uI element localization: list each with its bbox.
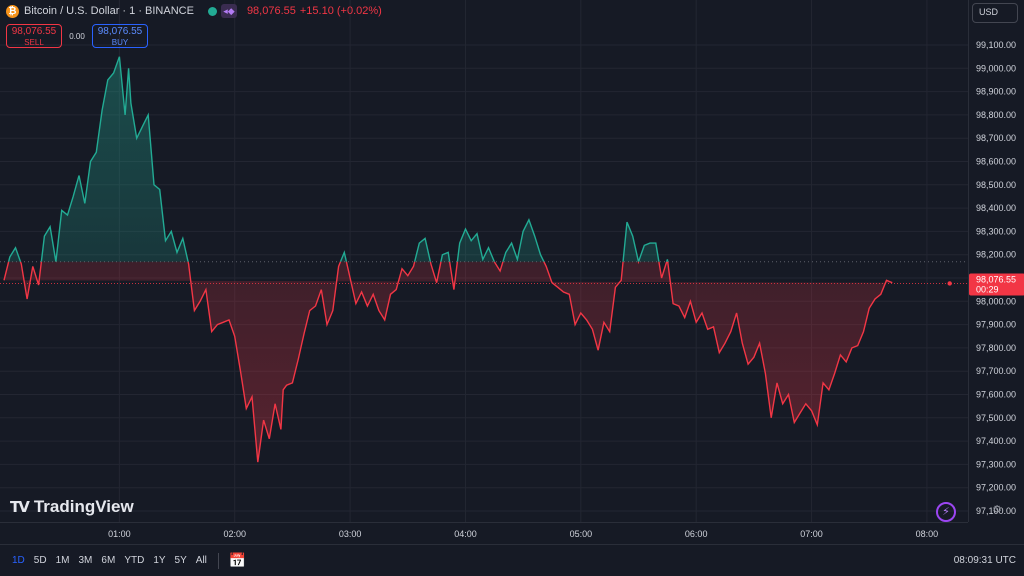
range-1m[interactable]: 1M bbox=[56, 555, 70, 566]
range-6m[interactable]: 6M bbox=[101, 555, 115, 566]
last-point bbox=[947, 281, 952, 286]
price-change: +15.10 (+0.02%) bbox=[299, 5, 382, 17]
y-tick-label: 97,500.00 bbox=[976, 413, 1016, 423]
range-ytd[interactable]: YTD bbox=[124, 555, 144, 566]
go-to-date-calendar-icon[interactable]: 📅 bbox=[229, 552, 246, 569]
price-scale-labels: 97,100.0097,200.0097,300.0097,400.0097,5… bbox=[969, 40, 1024, 516]
trade-panel: 98,076.55 SELL 0.00 98,076.55 BUY bbox=[6, 24, 148, 48]
x-tick-label: 06:00 bbox=[685, 529, 708, 539]
sell-button[interactable]: 98,076.55 SELL bbox=[6, 24, 62, 48]
range-1y[interactable]: 1Y bbox=[153, 555, 165, 566]
time-axis[interactable]: 01:00 02:00 03:00 04:00 05:00 06:00 07:00 08:00 bbox=[0, 522, 968, 544]
y-tick-label: 97,400.00 bbox=[976, 436, 1016, 446]
x-tick-label: 01:00 bbox=[108, 529, 131, 539]
price-scale[interactable]: USD 97,100.00 97,200.00 97,300.00 97,400.00… bbox=[968, 0, 1024, 522]
y-tick-label: 97,800.00 bbox=[976, 343, 1016, 353]
area-above-baseline bbox=[8, 56, 668, 262]
settings-gear-icon[interactable]: ⚙ bbox=[992, 503, 1002, 516]
spread-value: 0.00 bbox=[69, 31, 85, 41]
sell-label: SELL bbox=[24, 38, 44, 47]
bitcoin-icon: ₿ bbox=[6, 4, 19, 18]
range-5y[interactable]: 5Y bbox=[175, 555, 187, 566]
price-label: 98,076.55 bbox=[976, 274, 1016, 284]
y-tick-label: 98,000.00 bbox=[976, 296, 1016, 306]
x-tick-label: 08:00 bbox=[916, 529, 939, 539]
x-tick-label: 04:00 bbox=[454, 529, 477, 539]
range-all[interactable]: All bbox=[196, 555, 207, 566]
y-tick-label: 99,000.00 bbox=[976, 63, 1016, 73]
indicator-icon[interactable]: ◂◆ bbox=[220, 4, 237, 18]
y-tick-label: 97,900.00 bbox=[976, 320, 1016, 330]
market-open-icon bbox=[207, 6, 217, 16]
last-price: 98,076.55 bbox=[246, 5, 296, 17]
range-5d[interactable]: 5D bbox=[34, 555, 47, 566]
x-tick-label: 02:00 bbox=[223, 529, 246, 539]
x-tick-label: 07:00 bbox=[800, 529, 823, 539]
x-tick-label: 05:00 bbox=[570, 529, 593, 539]
y-tick-label: 97,700.00 bbox=[976, 366, 1016, 376]
toolbar-divider bbox=[217, 552, 219, 569]
y-tick-label: 98,900.00 bbox=[976, 87, 1016, 97]
y-tick-label: 97,200.00 bbox=[976, 483, 1016, 493]
countdown-label: 00:29 bbox=[976, 284, 999, 294]
y-tick-label: 98,700.00 bbox=[976, 133, 1016, 143]
chart-area[interactable]: ₿ Bitcoin / U.S. Dollar · 1 · BINANCE ◂◆… bbox=[0, 0, 968, 522]
buy-price: 98,076.55 bbox=[97, 26, 143, 37]
time-axis-labels: 01:00 02:00 03:00 04:00 05:00 06:00 07:00 08:00 bbox=[108, 529, 939, 539]
range-3m[interactable]: 3M bbox=[79, 555, 93, 566]
range-1d[interactable]: 1D bbox=[12, 555, 25, 566]
buy-label: BUY bbox=[111, 38, 129, 47]
utc-clock[interactable]: 08:09:31 UTC bbox=[954, 555, 1016, 566]
tradingview-logo[interactable]: 𝗧𝗩 TradingView bbox=[10, 497, 134, 517]
y-tick-label: 99,100.00 bbox=[976, 40, 1016, 50]
sell-price: 98,076.55 bbox=[11, 26, 57, 37]
symbol-legend: ₿ Bitcoin / U.S. Dollar · 1 · BINANCE ◂◆… bbox=[6, 4, 382, 18]
y-tick-label: 97,300.00 bbox=[976, 459, 1016, 469]
y-tick-label: 98,300.00 bbox=[976, 226, 1016, 236]
y-tick-label: 97,600.00 bbox=[976, 390, 1016, 400]
y-tick-label: 98,200.00 bbox=[976, 250, 1016, 260]
symbol-title[interactable]: Bitcoin / U.S. Dollar · 1 · BINANCE bbox=[24, 5, 194, 17]
logo-text: TradingView bbox=[33, 497, 134, 516]
lightning-icon[interactable]: ⚡ bbox=[936, 502, 956, 522]
range-selector: 1D 5D 1M 3M 6M YTD 1Y 5Y All bbox=[0, 555, 216, 566]
x-tick-label: 03:00 bbox=[339, 529, 362, 539]
buy-button[interactable]: 98,076.55 BUY bbox=[92, 24, 148, 48]
y-tick-label: 98,400.00 bbox=[976, 203, 1016, 213]
y-tick-label: 98,600.00 bbox=[976, 157, 1016, 167]
bottom-toolbar: 1D 5D 1M 3M 6M YTD 1Y 5Y All 📅 08:09:31 UTC bbox=[0, 544, 1024, 576]
price-chart[interactable] bbox=[0, 0, 968, 522]
tradingview-mark-icon: 𝗧𝗩 bbox=[10, 499, 30, 516]
y-tick-label: 98,500.00 bbox=[976, 180, 1016, 190]
y-tick-label: 98,800.00 bbox=[976, 110, 1016, 120]
